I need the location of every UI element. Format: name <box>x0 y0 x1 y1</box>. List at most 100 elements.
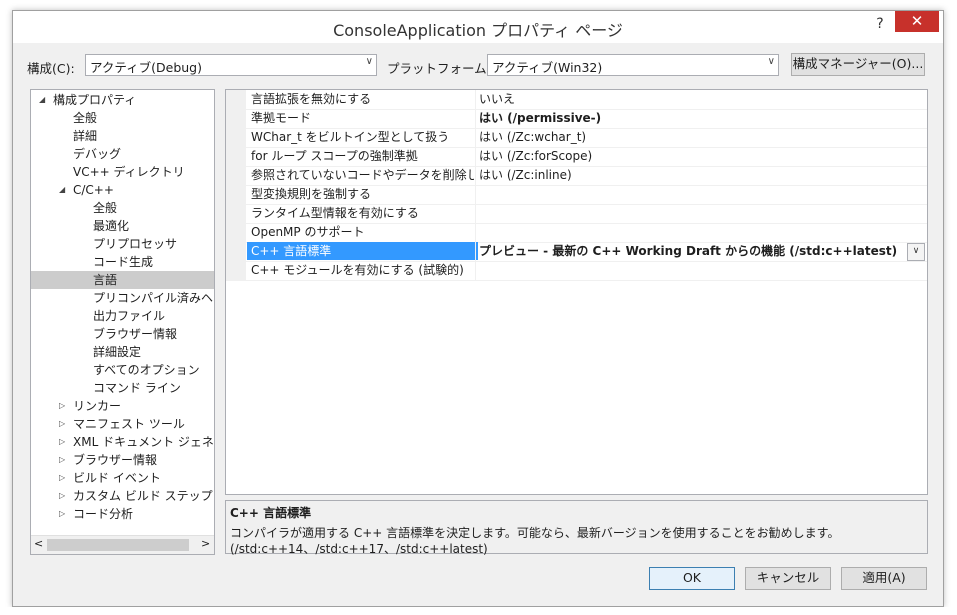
tree-item-label: コード分析 <box>73 507 134 521</box>
tree-item[interactable]: すべてのオプション <box>31 361 214 379</box>
scroll-right-icon[interactable]: > <box>201 537 210 550</box>
tree-item[interactable]: ▷ マニフェスト ツール <box>31 415 214 433</box>
property-row[interactable]: WChar_t をビルトイン型として扱う はい (/Zc:wchar_t) <box>226 128 927 148</box>
row-margin <box>226 109 246 128</box>
property-row[interactable]: for ループ スコープの強制準拠 はい (/Zc:forScope) <box>226 147 927 167</box>
property-value[interactable]: はい (/permissive-) <box>479 109 909 127</box>
row-margin <box>226 166 246 185</box>
tree-item-label: ビルド イベント <box>73 471 161 485</box>
tree-item-label: 構成プロパティ <box>53 93 137 107</box>
tree-item[interactable]: ▷ ブラウザー情報 <box>31 451 214 469</box>
tree-item[interactable]: プリプロセッサ <box>31 235 214 253</box>
property-value[interactable]: プレビュー - 最新の C++ Working Draft からの機能 (/st… <box>479 242 909 260</box>
property-row[interactable]: 言語拡張を無効にする いいえ <box>226 90 927 110</box>
tree-item[interactable]: プリコンパイル済みヘッダー <box>31 289 214 307</box>
property-row[interactable]: 準拠モード はい (/permissive-) <box>226 109 927 129</box>
tree-item-label: 最適化 <box>93 219 130 233</box>
row-margin <box>226 90 246 109</box>
tree-item[interactable]: コマンド ライン <box>31 379 214 397</box>
property-row[interactable]: ランタイム型情報を有効にする <box>226 204 927 224</box>
property-name: 参照されていないコードやデータを削除します <box>251 168 474 182</box>
tree-item[interactable]: ▷ コード分析 <box>31 505 214 523</box>
tree-item-label: ブラウザー情報 <box>73 453 158 467</box>
column-separator <box>475 185 476 204</box>
scrollbar-thumb[interactable] <box>47 539 189 551</box>
tree-item[interactable]: ▷ ビルド イベント <box>31 469 214 487</box>
collapse-icon[interactable]: ◢ <box>39 91 49 109</box>
ok-button[interactable]: OK <box>649 567 735 590</box>
cancel-button[interactable]: キャンセル <box>745 567 831 590</box>
expand-icon[interactable]: ▷ <box>59 415 69 433</box>
property-value[interactable]: はい (/Zc:wchar_t) <box>479 128 909 146</box>
tree-item[interactable]: ▷ カスタム ビルド ステップ <box>31 487 214 505</box>
tree-item[interactable]: 詳細 <box>31 127 214 145</box>
tree-item[interactable]: 全般 <box>31 109 214 127</box>
help-button[interactable]: ? <box>869 14 891 34</box>
property-value[interactable]: はい (/Zc:forScope) <box>479 147 909 165</box>
apply-button[interactable]: 適用(A) <box>841 567 927 590</box>
column-separator <box>475 223 476 242</box>
tree-item[interactable]: ◢ C/C++ <box>31 181 214 199</box>
tree-item[interactable]: 詳細設定 <box>31 343 214 361</box>
tree-item-label: XML ドキュメント ジェネレータ <box>73 435 214 449</box>
property-name: ランタイム型情報を有効にする <box>251 206 419 220</box>
expand-icon[interactable]: ▷ <box>59 469 69 487</box>
property-row[interactable]: C++ モジュールを有効にする (試験的) <box>226 261 927 281</box>
platform-value: アクティブ(Win32) <box>492 60 603 75</box>
tree-item[interactable]: ▷ XML ドキュメント ジェネレータ <box>31 433 214 451</box>
title-bar[interactable]: ConsoleApplication プロパティ ページ ? ✕ <box>13 11 943 43</box>
tree-item-label: デバッグ <box>73 147 122 161</box>
scroll-left-icon[interactable]: < <box>34 537 43 550</box>
tree-item[interactable]: 出力ファイル <box>31 307 214 325</box>
tree-item-label: すべてのオプション <box>93 363 200 377</box>
tree-item[interactable]: 最適化 <box>31 217 214 235</box>
tree-item-label: 言語 <box>93 273 118 287</box>
configuration-select[interactable]: アクティブ(Debug) ∨ <box>85 54 377 76</box>
property-value[interactable]: はい (/Zc:inline) <box>479 166 909 184</box>
property-row[interactable]: OpenMP のサポート <box>226 223 927 243</box>
tree-item[interactable]: デバッグ <box>31 145 214 163</box>
tree-item-label: VC++ ディレクトリ <box>73 165 185 179</box>
row-margin <box>226 223 246 242</box>
expand-icon[interactable]: ▷ <box>59 397 69 415</box>
tree-item[interactable]: 全般 <box>31 199 214 217</box>
tree-item-label: 全般 <box>93 201 118 215</box>
property-name: 言語拡張を無効にする <box>251 92 372 106</box>
configuration-label: 構成(C): <box>27 61 75 76</box>
tree-item-label: プリコンパイル済みヘッダー <box>93 291 214 305</box>
tree-item[interactable]: VC++ ディレクトリ <box>31 163 214 181</box>
row-margin <box>226 147 246 166</box>
collapse-icon[interactable]: ◢ <box>59 181 69 199</box>
property-row[interactable]: C++ 言語標準 プレビュー - 最新の C++ Working Draft から… <box>226 242 927 262</box>
tree-item[interactable]: ブラウザー情報 <box>31 325 214 343</box>
chevron-down-icon[interactable]: ∨ <box>907 243 925 261</box>
row-margin <box>226 128 246 147</box>
description-panel: C++ 言語標準 コンパイラが適用する C++ 言語標準を決定します。可能なら、… <box>225 500 928 556</box>
configuration-manager-button[interactable]: 構成マネージャー(O)... <box>791 53 925 76</box>
column-separator <box>475 242 476 261</box>
expand-icon[interactable]: ▷ <box>59 451 69 469</box>
platform-select[interactable]: アクティブ(Win32) ∨ <box>487 54 779 76</box>
expand-icon[interactable]: ▷ <box>59 433 69 451</box>
tree-horizontal-scrollbar[interactable]: < > <box>31 535 214 554</box>
row-margin <box>226 185 246 204</box>
column-separator <box>475 204 476 223</box>
property-value[interactable]: いいえ <box>479 90 909 108</box>
chevron-down-icon: ∨ <box>767 56 775 67</box>
close-button[interactable]: ✕ <box>895 11 939 32</box>
tree-item[interactable]: ▷ リンカー <box>31 397 214 415</box>
tree-item[interactable]: コード生成 <box>31 253 214 271</box>
property-grid[interactable]: 言語拡張を無効にする いいえ 準拠モード はい (/permissive-) WChar… <box>225 89 928 495</box>
property-name: WChar_t をビルトイン型として扱う <box>251 130 450 144</box>
expand-icon[interactable]: ▷ <box>59 487 69 505</box>
expand-icon[interactable]: ▷ <box>59 505 69 523</box>
tree-item-label: リンカー <box>73 399 122 413</box>
property-row[interactable]: 参照されていないコードやデータを削除しますはい (/Zc:inline) <box>226 166 927 186</box>
property-tree[interactable]: ◢ 構成プロパティ 全般 詳細 デバッグ VC++ ディレクトリ ◢ C/C++ 全般 最適化 プリ… <box>30 89 215 555</box>
tree-item-label: C/C++ <box>73 183 114 197</box>
tree-item[interactable]: ◢ 構成プロパティ <box>31 91 214 109</box>
tree-item[interactable]: 言語 <box>31 271 214 289</box>
column-separator <box>475 166 476 185</box>
column-separator <box>475 147 476 166</box>
property-row[interactable]: 型変換規則を強制する <box>226 185 927 205</box>
